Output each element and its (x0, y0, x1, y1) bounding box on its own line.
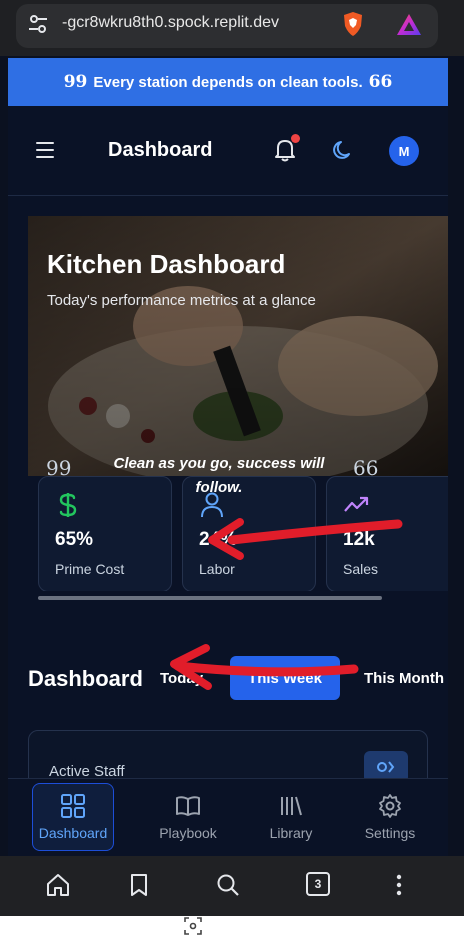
system-strip (0, 916, 464, 944)
section-title: Dashboard (28, 666, 143, 691)
metric-value: 65% (55, 529, 94, 550)
more-vertical-icon[interactable] (386, 872, 412, 898)
bottom-navigation: Dashboard Playbook Library Settings (8, 778, 448, 856)
hero-quote: Clean as you go, success will follow. (113, 455, 325, 496)
gear-icon (379, 794, 401, 818)
home-icon[interactable] (45, 872, 71, 898)
metric-card-sales[interactable]: 12k Sales (326, 476, 448, 591)
close-quote-icon: 66 (368, 72, 393, 92)
grid-icon (61, 794, 85, 818)
quote-close-icon: 66 (353, 456, 379, 480)
nav-settings[interactable]: Settings (350, 783, 430, 851)
url-text[interactable]: -gcr8wkru8th0.spock.replit.dev (62, 14, 332, 32)
metric-label: Sales (343, 561, 379, 577)
tab-this-week[interactable]: This Week (230, 656, 340, 700)
quote-banner: 99 Every station depends on clean tools.… (8, 58, 448, 106)
trending-up-icon (344, 496, 369, 512)
menu-icon[interactable] (36, 142, 56, 158)
hero-subtitle: Today's performance metrics at a glance (47, 292, 316, 309)
app-header: Dashboard M (8, 106, 448, 196)
nav-label: Library (269, 825, 313, 841)
book-icon (176, 796, 200, 816)
brave-shield-icon[interactable] (341, 11, 365, 37)
phone-screen: -gcr8wkru8th0.spock.replit.dev 99 Every … (0, 0, 464, 944)
avatar[interactable]: M (389, 136, 419, 166)
hero-section: Kitchen Dashboard Today's performance me… (28, 216, 448, 591)
nav-label: Settings (364, 825, 416, 841)
metric-value: 12k (343, 529, 375, 550)
quote-open-icon: 99 (46, 456, 72, 480)
app-container: Dashboard M Kitchen Dashboard Today's pe… (8, 106, 448, 856)
browser-toolbar: -gcr8wkru8th0.spock.replit.dev (0, 0, 464, 56)
screenshot-icon[interactable] (183, 916, 203, 936)
nav-library[interactable]: Library (251, 783, 331, 851)
nav-label: Dashboard (38, 825, 108, 841)
moon-icon[interactable] (332, 139, 354, 161)
banner-text: Every station depends on clean tools. (93, 73, 363, 91)
tab-today[interactable]: Today (160, 656, 220, 700)
metric-value: 24% (199, 529, 238, 550)
notification-badge (291, 134, 300, 143)
browser-bottom-bar (0, 856, 464, 916)
nav-label: Playbook (159, 825, 217, 841)
horizontal-scrollbar[interactable] (38, 596, 382, 600)
nav-dashboard[interactable]: Dashboard (32, 783, 114, 851)
tab-switcher-button[interactable]: 3 (306, 872, 330, 896)
bookmark-icon[interactable] (126, 872, 152, 898)
tab-this-month[interactable]: This Month (364, 656, 448, 700)
page-title: Dashboard (108, 139, 213, 161)
metric-label: Prime Cost (55, 561, 125, 577)
library-icon (281, 796, 302, 816)
site-settings-icon[interactable] (28, 14, 48, 34)
brave-rewards-icon[interactable] (396, 13, 422, 37)
hero-title: Kitchen Dashboard (47, 249, 286, 279)
search-icon[interactable] (215, 872, 241, 898)
dollar-icon (59, 493, 77, 517)
open-quote-icon: 99 (63, 72, 88, 92)
nav-playbook[interactable]: Playbook (148, 783, 228, 851)
metric-label: Labor (199, 561, 235, 577)
